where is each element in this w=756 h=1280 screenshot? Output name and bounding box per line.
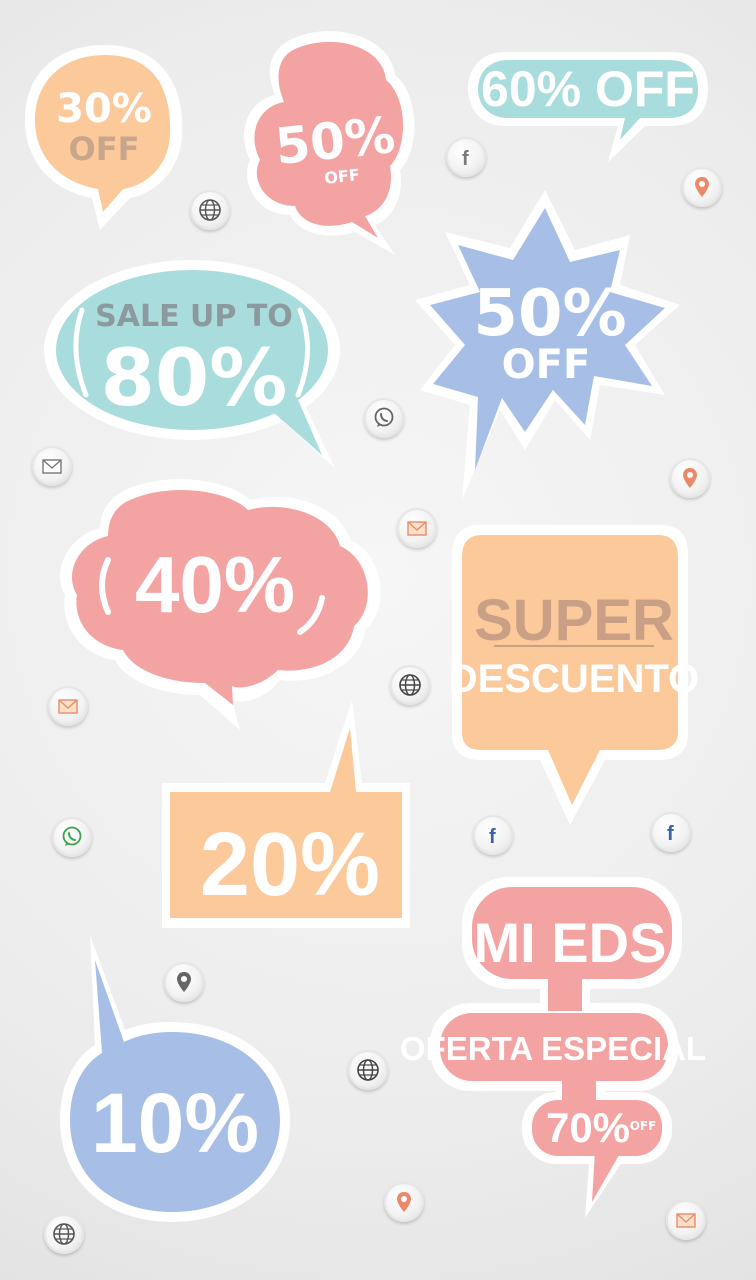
- svg-text:f: f: [489, 826, 496, 847]
- mail-icon[interactable]: [397, 508, 437, 548]
- facebook-icon[interactable]: f: [446, 137, 486, 177]
- facebook-icon[interactable]: f: [473, 815, 513, 855]
- globe-icon[interactable]: [44, 1214, 84, 1254]
- location-pin-icon[interactable]: [384, 1182, 424, 1222]
- facebook-icon[interactable]: f: [651, 812, 691, 852]
- globe-icon[interactable]: [390, 665, 430, 705]
- svg-text:f: f: [667, 823, 674, 844]
- svg-text:f: f: [462, 148, 469, 169]
- mail-icon[interactable]: [32, 446, 72, 486]
- mail-icon[interactable]: [666, 1200, 706, 1240]
- sale-stickers-canvas: 30% OFF 50% OFF 60% OFF SALE UP TO 80% 5…: [0, 0, 756, 1280]
- mail-icon[interactable]: [48, 686, 88, 726]
- whatsapp-icon[interactable]: [52, 817, 92, 857]
- location-pin-icon[interactable]: [670, 458, 710, 498]
- location-pin-icon[interactable]: [682, 167, 722, 207]
- whatsapp-icon[interactable]: [364, 398, 404, 438]
- badge-10: 10%: [60, 935, 290, 1222]
- globe-icon[interactable]: [190, 190, 230, 230]
- badge-10-big: 10%: [91, 1076, 259, 1170]
- location-pin-icon[interactable]: [164, 962, 204, 1002]
- globe-icon[interactable]: [348, 1050, 388, 1090]
